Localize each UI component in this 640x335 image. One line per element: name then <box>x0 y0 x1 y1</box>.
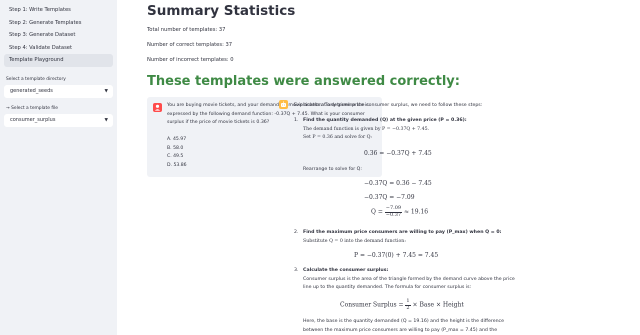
option-d: D. 53.86 <box>167 162 187 168</box>
chevron-down-icon: ▼ <box>104 88 108 94</box>
correct-templates-stat: Number of correct templates: 37 <box>147 42 233 48</box>
step-2-number: 2. <box>294 230 299 235</box>
step-2-title: Find the maximum price consumers are wil… <box>303 230 502 235</box>
chevron-down-icon: ▼ <box>104 117 108 123</box>
page-title: Summary Statistics <box>147 3 296 19</box>
step-1-line-2: Set P = 0.36 and solve for Q: <box>303 135 373 140</box>
equation-2c: Q = −7.09 −0.37 ≈ 19.16 <box>371 205 429 218</box>
file-select-label: → Select a template file <box>6 105 59 111</box>
equation-4-rhs: × Base × Height <box>410 301 464 309</box>
step-3-title: Calculate the consumer surplus: <box>303 268 389 273</box>
user-avatar-icon <box>153 103 162 112</box>
nav-item-generate-dataset[interactable]: Step 3: Generate Dataset <box>4 29 113 42</box>
equation-3: P = −0.37(0) + 7.45 = 7.45 <box>354 252 439 259</box>
rearrange-text: Rearrange to solve for Q: <box>303 167 362 172</box>
equation-2a: −0.37Q = 0.36 − 7.45 <box>364 180 432 187</box>
directory-select-label: Select a template directory <box>6 76 66 82</box>
directory-select-value: generated_seeds <box>10 87 53 94</box>
equation-2c-denominator: −0.37 <box>385 211 402 218</box>
step-3-number: 3. <box>294 268 299 273</box>
option-a: A. 45.97 <box>167 137 187 142</box>
incorrect-templates-stat: Number of incorrect templates: 0 <box>147 57 234 63</box>
nav-item-generate-templates[interactable]: Step 2: Generate Templates <box>4 17 113 30</box>
equation-1: 0.36 = −0.37Q + 7.45 <box>364 150 432 157</box>
answer-options: A. 45.97 B. 58.0 C. 49.5 D. 53.86 <box>167 136 187 170</box>
nav-item-validate-dataset[interactable]: Step 4: Validate Dataset <box>4 42 113 55</box>
step-3-line-1: Consumer surplus is the area of the tria… <box>303 276 515 291</box>
total-templates-stat: Total number of templates: 37 <box>147 27 226 33</box>
option-c: C. 49.5 <box>167 154 184 159</box>
section-title: These templates were answered correctly: <box>147 74 460 89</box>
assistant-avatar-icon <box>279 100 288 109</box>
answer-intro: Explanation: To determine the consumer s… <box>294 103 483 108</box>
sidebar-nav: Step 1: Write Templates Step 2: Generate… <box>4 4 113 67</box>
sidebar: Step 1: Write Templates Step 2: Generate… <box>0 0 117 335</box>
step-1-line-1: The demand function is given by P = −0.3… <box>303 126 430 132</box>
equation-4: Consumer Surplus = 12 × Base × Height <box>340 298 464 311</box>
main-content: Summary Statistics Total number of templ… <box>117 0 640 335</box>
nav-item-template-playground[interactable]: Template Playground <box>4 54 113 67</box>
file-select[interactable]: consumer_surplus ▼ <box>4 113 113 127</box>
equation-2c-lhs: Q = <box>371 208 385 216</box>
step-2-line-1: Substitute Q = 0 into the demand functio… <box>303 238 406 244</box>
step-1-number: 1. <box>294 118 299 123</box>
answer-message: Explanation: To determine the consumer s… <box>294 102 519 333</box>
equation-2c-rhs: ≈ 19.16 <box>402 208 429 216</box>
step-1-title: Find the quantity demanded (Q) at the gi… <box>303 118 467 123</box>
directory-select[interactable]: generated_seeds ▼ <box>4 84 113 98</box>
equation-4-lhs: Consumer Surplus = <box>340 301 406 309</box>
file-select-value: consumer_surplus <box>10 116 56 123</box>
equation-2c-fraction: −7.09 −0.37 <box>384 205 403 218</box>
nav-item-write-templates[interactable]: Step 1: Write Templates <box>4 4 113 17</box>
option-b: B. 58.0 <box>167 145 184 151</box>
equation-2b: −0.37Q = −7.09 <box>364 194 415 201</box>
step-3-line-2: Here, the base is the quantity demanded … <box>303 319 505 333</box>
